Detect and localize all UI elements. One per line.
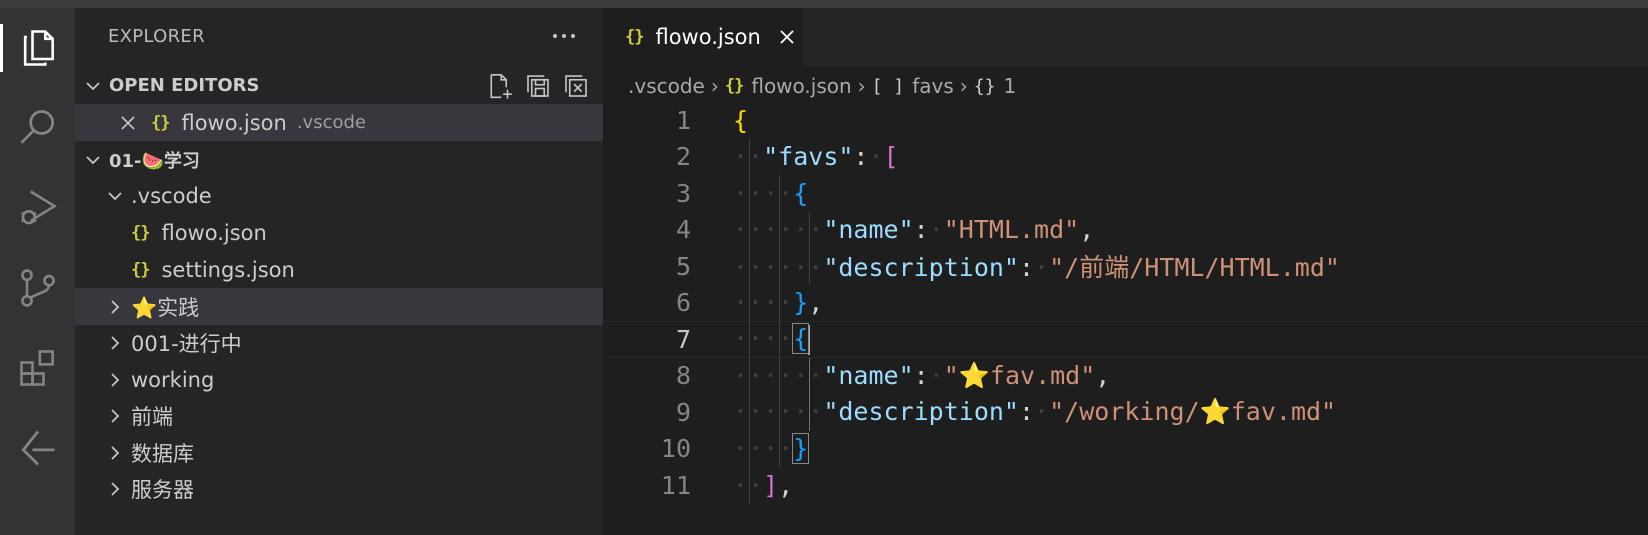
indent-guide bbox=[809, 211, 810, 285]
json-file-icon: {} bbox=[625, 27, 645, 47]
new-untitled-file-icon[interactable] bbox=[485, 71, 515, 101]
json-file-icon: {} bbox=[724, 76, 745, 96]
code-line: 10 ····} bbox=[660, 433, 810, 465]
open-editor-path: .vscode bbox=[296, 112, 366, 133]
tab-flowo-json[interactable]: {} flowo.json bbox=[603, 8, 803, 66]
source-control-icon[interactable] bbox=[0, 258, 75, 318]
code-line: 9 ······"description":·"/working/⭐fav.md… bbox=[675, 397, 1337, 427]
open-editor-item[interactable]: {} flowo.json .vscode bbox=[75, 104, 603, 141]
tree-item-label: .vscode bbox=[131, 183, 212, 208]
open-editors-header[interactable]: OPEN EDITORS bbox=[75, 67, 603, 104]
extensions-icon[interactable] bbox=[0, 338, 75, 398]
tree-item-settings-json[interactable]: {} settings.json bbox=[75, 251, 603, 288]
code-line: 3 ····{ bbox=[675, 178, 809, 208]
search-icon[interactable] bbox=[0, 98, 75, 158]
tree-item-label: 前端 bbox=[131, 404, 173, 429]
json-file-icon: {} bbox=[151, 112, 171, 133]
more-actions-icon[interactable] bbox=[549, 22, 579, 50]
code-line: 11 ··], bbox=[660, 470, 794, 500]
chevron-right-icon bbox=[111, 408, 120, 423]
breadcrumb-item[interactable]: {} flowo.json bbox=[725, 74, 852, 98]
code-line: 8 ······"name":·"⭐fav.md", bbox=[675, 360, 1111, 391]
close-all-icon[interactable] bbox=[561, 71, 591, 101]
tree-item-label: settings.json bbox=[161, 257, 295, 282]
tree-item-label: ⭐实践 bbox=[131, 295, 200, 320]
chevron-right-icon bbox=[111, 299, 120, 314]
tree-item-label: flowo.json bbox=[161, 220, 267, 245]
chevron-right-icon bbox=[111, 372, 120, 387]
code-line: 4 ······"name":·"HTML.md", bbox=[675, 215, 1095, 245]
code-line-active: 7 ····{ bbox=[603, 321, 1648, 358]
open-editor-filename: flowo.json bbox=[181, 110, 287, 135]
activity-bar bbox=[0, 8, 75, 535]
chevron-down-icon bbox=[108, 191, 122, 200]
code-line: 5 ······"description":·"/前端/HTML/HTML.md… bbox=[675, 251, 1340, 283]
explorer-title: EXPLORER bbox=[108, 26, 205, 47]
explorer-sidebar: EXPLORER OPEN EDITORS {} flowo.json .vsc… bbox=[75, 8, 603, 535]
tab-label: flowo.json bbox=[655, 25, 761, 49]
text-cursor bbox=[808, 324, 811, 355]
chevron-down-icon bbox=[86, 155, 100, 164]
tree-item-label: 数据库 bbox=[131, 441, 194, 466]
chevron-right-icon: › bbox=[710, 74, 719, 98]
save-all-icon[interactable] bbox=[523, 71, 553, 101]
chevron-right-icon: › bbox=[857, 74, 866, 98]
close-icon[interactable] bbox=[775, 25, 799, 49]
chevron-down-icon bbox=[86, 81, 100, 90]
open-editors-label: OPEN EDITORS bbox=[109, 75, 260, 96]
indent-guide bbox=[749, 138, 750, 504]
tree-item-server[interactable]: 服务器 bbox=[75, 470, 603, 507]
tree-item-database[interactable]: 数据库 bbox=[75, 434, 603, 471]
breadcrumb-item[interactable]: {} 1 bbox=[974, 74, 1016, 98]
json-file-icon: {} bbox=[131, 259, 151, 280]
tree-item-label: 服务器 bbox=[131, 477, 194, 502]
code-line: 2 ··"favs":·[ bbox=[675, 142, 899, 172]
breadcrumb: .vscode › {} flowo.json › [ ] favs › {} 1 bbox=[628, 66, 1016, 106]
tree-item-label: 001-进行中 bbox=[131, 331, 242, 356]
breadcrumb-item[interactable]: [ ] favs bbox=[872, 74, 954, 98]
tree-item-flowo-json[interactable]: {} flowo.json bbox=[75, 214, 603, 251]
json-file-icon: {} bbox=[131, 222, 151, 243]
code-line: 6 ····}, bbox=[675, 288, 824, 318]
breadcrumb-item[interactable]: .vscode bbox=[628, 74, 705, 98]
indent-guide-active bbox=[809, 357, 810, 431]
code-line: 1 { bbox=[675, 105, 749, 135]
chevron-right-icon bbox=[111, 335, 120, 350]
title-bar bbox=[0, 0, 1648, 8]
object-symbol-icon: {} bbox=[973, 75, 996, 97]
indent-guide bbox=[779, 175, 780, 467]
remote-icon[interactable] bbox=[0, 418, 75, 478]
code-editor[interactable]: 1 { 2 ··"favs":·[ 3 ····{ 4 ······"name"… bbox=[603, 102, 1648, 535]
explorer-icon[interactable] bbox=[0, 18, 75, 78]
run-debug-icon[interactable] bbox=[0, 178, 75, 238]
tree-item-practice[interactable]: ⭐实践 bbox=[75, 288, 603, 325]
tree-item-in-progress[interactable]: 001-进行中 bbox=[75, 324, 603, 361]
chevron-right-icon bbox=[111, 445, 120, 460]
chevron-right-icon: › bbox=[959, 74, 968, 98]
tree-item-working[interactable]: working bbox=[75, 361, 603, 398]
array-symbol-icon: [ ] bbox=[871, 75, 905, 97]
tree-item-vscode[interactable]: .vscode bbox=[75, 177, 603, 214]
folder-label: 01-🍉学习 bbox=[109, 150, 200, 172]
close-icon[interactable] bbox=[119, 114, 137, 132]
tree-item-frontend[interactable]: 前端 bbox=[75, 397, 603, 434]
tree-item-label: working bbox=[131, 367, 215, 392]
chevron-right-icon bbox=[111, 481, 120, 496]
editor-tabs: {} flowo.json bbox=[603, 8, 1648, 66]
folder-header[interactable]: 01-🍉学习 bbox=[75, 141, 603, 178]
